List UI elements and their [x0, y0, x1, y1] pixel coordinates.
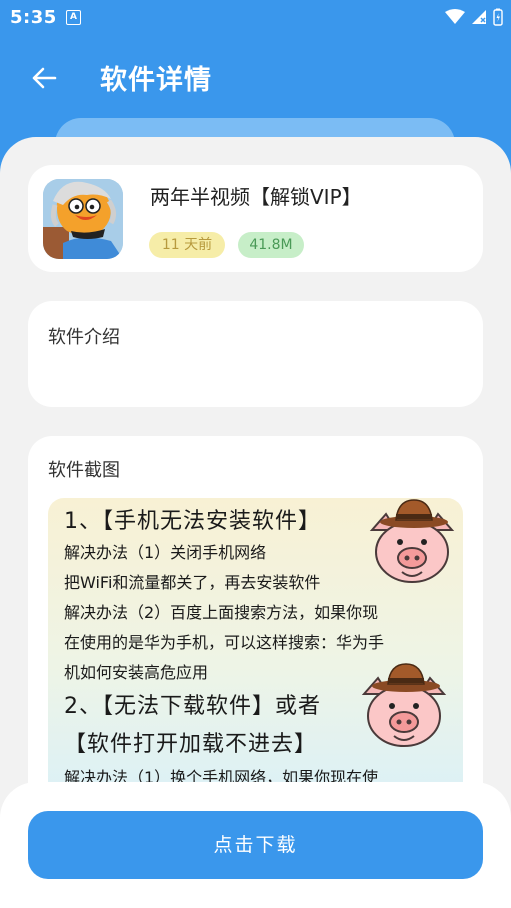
battery-icon: [493, 8, 503, 26]
status-icons: [445, 8, 503, 26]
pig-illustration: [369, 499, 455, 583]
pig-illustration: [361, 663, 447, 747]
bottom-bar: 点击下载: [0, 782, 511, 908]
intro-title: 软件介绍: [48, 327, 120, 348]
shot-heading-3: 【软件打开加载不进去】: [64, 732, 318, 757]
wifi-icon: [445, 9, 465, 24]
status-time: 5:35: [10, 7, 57, 28]
notification-a-icon: A: [66, 10, 81, 25]
shot-text-line: 解决办法（1）关闭手机网络: [64, 543, 267, 562]
app-header: 软件详情: [0, 36, 511, 116]
shot-text-line: 把WiFi和流量都关了，再去安装软件: [64, 573, 321, 592]
shot-text-line: 解决办法（2）百度上面搜索方法，如果你现: [64, 603, 379, 622]
app-icon: [43, 179, 123, 259]
shot-text-line: 在使用的是华为手机，可以这样搜索：华为手: [64, 633, 385, 652]
app-info-card: 两年半视频【解锁VIP】 11 天前 41.8M: [28, 165, 483, 272]
app-name: 两年半视频【解锁VIP】: [150, 185, 362, 209]
shot-heading-2: 2、【无法下载软件】或者: [64, 694, 321, 719]
shot-heading-1: 1、【手机无法安装软件】: [64, 509, 321, 534]
screenshots-title: 软件截图: [48, 460, 120, 481]
shot-text-line: 机如何安装高危应用: [64, 663, 209, 682]
status-bar: 5:35 A: [0, 0, 511, 36]
page-title: 软件详情: [100, 65, 212, 96]
arrow-left-icon: [32, 67, 57, 89]
intro-card: 软件介绍: [28, 301, 483, 407]
update-time-badge: 11 天前: [149, 232, 225, 258]
download-button[interactable]: 点击下载: [28, 811, 483, 879]
file-size-badge: 41.8M: [238, 232, 304, 258]
signal-icon: [472, 10, 486, 24]
back-button[interactable]: [24, 58, 64, 98]
